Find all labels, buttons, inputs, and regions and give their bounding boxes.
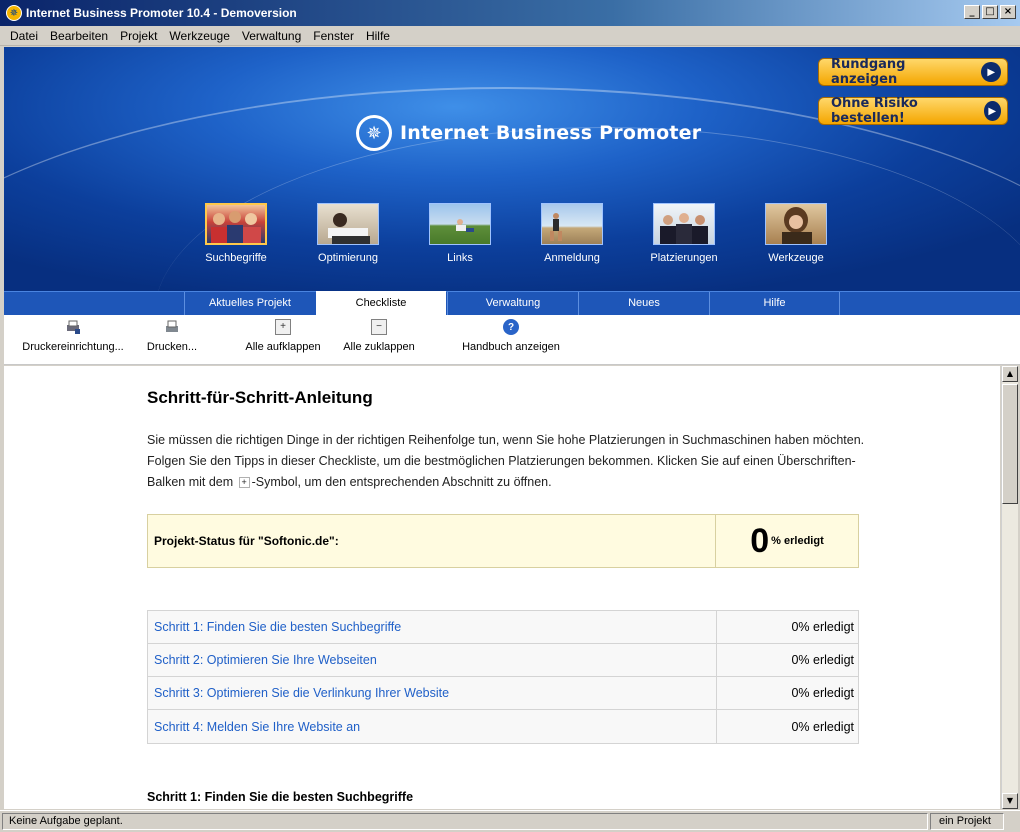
step-status: 0% erledigt: [716, 710, 858, 743]
nav-suchbegriffe[interactable]: Suchbegriffe: [196, 203, 276, 264]
brand-name: Internet Business Promoter: [400, 122, 702, 144]
status-percent-suffix: % erledigt: [771, 535, 824, 547]
nav-optimierung-label: Optimierung: [318, 252, 378, 264]
order-button-label: Ohne Risiko bestellen!: [831, 96, 918, 126]
expand-all-label: Alle aufklappen: [245, 341, 321, 353]
woman-photo-icon: [765, 203, 827, 245]
intro-text-part2: -Symbol, um den entsprechenden Abschnitt…: [251, 475, 552, 489]
status-message: Keine Aufgabe geplant.: [2, 813, 928, 830]
project-status-value: 0 % erledigt: [716, 515, 858, 567]
help-icon: ?: [503, 319, 519, 335]
nav-anmeldung[interactable]: Anmeldung: [532, 203, 612, 264]
vertical-scrollbar[interactable]: ▲ ▼: [1001, 366, 1018, 809]
steps-table: Schritt 1: Finden Sie die besten Suchbeg…: [147, 610, 859, 744]
menu-verwaltung[interactable]: Verwaltung: [236, 29, 307, 43]
arrow-right-icon: ▶: [981, 62, 1001, 82]
plus-symbol-icon: +: [238, 477, 250, 489]
collapse-all-label: Alle zuklappen: [343, 341, 415, 353]
show-manual-button[interactable]: ? Handbuch anzeigen: [456, 319, 566, 353]
close-button[interactable]: ×: [1000, 5, 1016, 19]
arrow-right-icon: ▶: [983, 101, 1001, 121]
menu-bearbeiten[interactable]: Bearbeiten: [44, 29, 114, 43]
nav-optimierung[interactable]: Optimierung: [308, 203, 388, 264]
menu-datei[interactable]: Datei: [4, 29, 44, 43]
app-logo-icon: ✵: [6, 5, 22, 21]
window-controls: _ □ ×: [964, 5, 1016, 19]
status-percent-number: 0: [750, 522, 770, 560]
minimize-button[interactable]: _: [964, 5, 980, 19]
printer-setup-button[interactable]: Druckereinrichtung...: [14, 319, 132, 353]
table-row[interactable]: Schritt 1: Finden Sie die besten Suchbeg…: [148, 611, 858, 644]
main-navigation: Suchbegriffe Optimierung Links Anmeldung: [196, 203, 836, 273]
menu-hilfe[interactable]: Hilfe: [360, 29, 396, 43]
step-link[interactable]: Schritt 4: Melden Sie Ihre Website an: [148, 710, 716, 743]
scroll-up-icon[interactable]: ▲: [1002, 366, 1018, 382]
field-photo-icon: [429, 203, 491, 245]
minus-box-icon: −: [371, 319, 387, 335]
print-label: Drucken...: [146, 341, 198, 353]
page-title: Schritt-für-Schritt-Anleitung: [147, 388, 373, 407]
menu-fenster[interactable]: Fenster: [307, 29, 360, 43]
expand-all-button[interactable]: + Alle aufklappen: [240, 319, 326, 353]
people-photo-icon: [205, 203, 267, 245]
intro-text: Sie müssen die richtigen Dinge in der ri…: [147, 430, 867, 493]
table-row[interactable]: Schritt 4: Melden Sie Ihre Website an 0%…: [148, 710, 858, 743]
step-link[interactable]: Schritt 3: Optimieren Sie die Verlinkung…: [148, 677, 716, 709]
print-button[interactable]: Drucken...: [140, 319, 204, 353]
printer-setup-icon: [65, 319, 81, 335]
order-button[interactable]: Ohne Risiko bestellen! ▶: [818, 96, 1008, 126]
runner-photo-icon: [541, 203, 603, 245]
collapse-all-button[interactable]: − Alle zuklappen: [338, 319, 420, 353]
tab-hilfe[interactable]: Hilfe: [709, 292, 840, 315]
team-photo-icon: [653, 203, 715, 245]
menu-bar: Datei Bearbeiten Projekt Werkzeuge Verwa…: [0, 26, 1020, 46]
show-manual-label: Handbuch anzeigen: [462, 341, 560, 353]
step-status: 0% erledigt: [716, 677, 858, 709]
title-bar[interactable]: ✵ Internet Business Promoter 10.4 - Demo…: [0, 0, 1020, 26]
toolbar: Druckereinrichtung... Drucken... + Alle …: [4, 315, 1020, 365]
nav-anmeldung-label: Anmeldung: [544, 252, 600, 264]
reading-photo-icon: [317, 203, 379, 245]
project-count: ein Projekt: [930, 813, 1004, 830]
nav-links-label: Links: [447, 252, 473, 264]
menu-projekt[interactable]: Projekt: [114, 29, 163, 43]
brand-logo: ✵ Internet Business Promoter: [356, 115, 701, 151]
step-status: 0% erledigt: [716, 611, 858, 643]
brand-star-icon: ✵: [356, 115, 392, 151]
checklist-content[interactable]: Schritt-für-Schritt-Anleitung Sie müssen…: [4, 366, 1000, 809]
tab-checkliste[interactable]: Checkliste: [316, 291, 446, 316]
menu-werkzeuge[interactable]: Werkzeuge: [163, 29, 235, 43]
tour-button[interactable]: Rundgang anzeigen ▶: [818, 57, 1008, 87]
nav-platzierungen[interactable]: Platzierungen: [644, 203, 724, 264]
step-link[interactable]: Schritt 1: Finden Sie die besten Suchbeg…: [148, 611, 716, 643]
app-window: ✵ Internet Business Promoter 10.4 - Demo…: [0, 0, 1020, 832]
printer-icon: [164, 319, 180, 335]
tour-button-label: Rundgang anzeigen: [831, 57, 906, 87]
table-row[interactable]: Schritt 3: Optimieren Sie die Verlinkung…: [148, 677, 858, 710]
tab-aktuelles-projekt[interactable]: Aktuelles Projekt: [184, 292, 315, 315]
project-status-label: Projekt-Status für "Softonic.de":: [148, 515, 716, 567]
section-heading: Schritt 1: Finden Sie die besten Suchbeg…: [147, 790, 414, 804]
tab-bar: Aktuelles Projekt Checkliste Verwaltung …: [4, 291, 1020, 316]
step-link[interactable]: Schritt 2: Optimieren Sie Ihre Webseiten: [148, 644, 716, 676]
nav-suchbegriffe-label: Suchbegriffe: [205, 252, 267, 264]
nav-links[interactable]: Links: [420, 203, 500, 264]
project-status-box: Projekt-Status für "Softonic.de": 0 % er…: [147, 514, 859, 568]
scroll-thumb[interactable]: [1002, 384, 1018, 504]
printer-setup-label: Druckereinrichtung...: [22, 341, 124, 353]
step-status: 0% erledigt: [716, 644, 858, 676]
tab-verwaltung[interactable]: Verwaltung: [447, 292, 578, 315]
nav-werkzeuge-label: Werkzeuge: [768, 252, 824, 264]
nav-platzierungen-label: Platzierungen: [650, 252, 718, 264]
scroll-down-icon[interactable]: ▼: [1002, 793, 1018, 809]
nav-werkzeuge[interactable]: Werkzeuge: [756, 203, 836, 264]
window-title: Internet Business Promoter 10.4 - Demove…: [26, 6, 297, 20]
maximize-button[interactable]: □: [982, 5, 998, 19]
status-bar: Keine Aufgabe geplant. ein Projekt: [0, 810, 1020, 832]
tab-neues[interactable]: Neues: [578, 292, 709, 315]
plus-box-icon: +: [275, 319, 291, 335]
table-row[interactable]: Schritt 2: Optimieren Sie Ihre Webseiten…: [148, 644, 858, 677]
header-banner: ✵ Internet Business Promoter Rundgang an…: [4, 47, 1020, 291]
